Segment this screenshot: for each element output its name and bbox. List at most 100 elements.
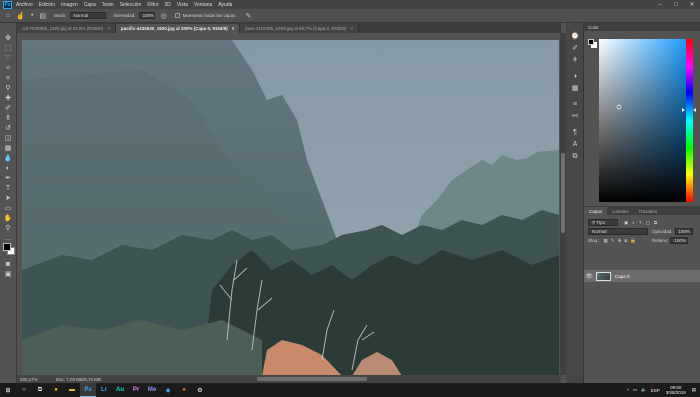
home-icon[interactable]: ⌂ <box>6 12 10 19</box>
hand-tool-icon[interactable]: ✋ <box>3 215 13 223</box>
close-tab-icon[interactable]: × <box>232 26 235 31</box>
lock-transparency-icon[interactable]: ▦ <box>604 238 608 244</box>
menu-vista[interactable]: Vista <box>177 2 188 8</box>
network-icon[interactable]: ▭ <box>633 387 637 393</box>
vertical-scrollbar-thumb[interactable] <box>561 153 565 233</box>
fill-input[interactable]: 100% <box>670 237 689 244</box>
blend-mode-select[interactable]: Normal <box>588 228 648 235</box>
lock-pixels-icon[interactable]: ✎ <box>611 238 615 244</box>
adjustments-icon[interactable]: ◑ <box>570 73 580 81</box>
tab-poto[interactable]: poto-4410485_1920.jpg al 66,7% (Capa 0, … <box>240 24 360 33</box>
color-panel-title[interactable]: Color <box>588 25 599 30</box>
tab-cat[interactable]: cat-7528955_1920.jpg al 34,5% (RGB/8) × <box>17 24 116 33</box>
quick-select-tool-icon[interactable]: ✧ <box>3 65 13 73</box>
menu-edicion[interactable]: Edición <box>39 2 55 8</box>
minimize-button[interactable]: – <box>652 0 668 9</box>
screen-mode-icon[interactable]: ▣ <box>3 271 13 279</box>
brush-tool-icon[interactable]: ✐ <box>3 105 13 113</box>
history-panel-icon[interactable]: ⌚ <box>570 33 580 41</box>
clock[interactable]: 09:50 30/8/2019 <box>666 385 686 395</box>
dodge-tool-icon[interactable]: ◐ <box>3 165 13 173</box>
hue-slider[interactable] <box>686 39 693 202</box>
clone-stamp-tool-icon[interactable]: ⚱ <box>3 115 13 123</box>
properties-icon[interactable]: ≡ <box>570 101 580 109</box>
clone-source-icon[interactable]: ⚘ <box>570 57 580 65</box>
eraser-tool-icon[interactable]: ◫ <box>3 135 13 143</box>
close-tab-icon[interactable]: × <box>350 26 353 31</box>
paragraph-icon[interactable]: ¶ <box>570 129 580 137</box>
filter-smart-icon[interactable]: ⧉ <box>654 220 657 225</box>
zoom-tool-icon[interactable]: ⚲ <box>3 225 13 233</box>
lock-artboard-icon[interactable]: ⧈ <box>624 238 627 243</box>
lock-all-icon[interactable]: 🔒 <box>630 238 636 244</box>
menu-seleccion[interactable]: Selección <box>120 2 142 8</box>
lock-position-icon[interactable]: ✥ <box>618 238 622 244</box>
path-selection-tool-icon[interactable]: ➤ <box>3 195 13 203</box>
rectangle-tool-icon[interactable]: ▭ <box>3 205 13 213</box>
foreground-color-mini[interactable] <box>588 39 594 45</box>
vscode-icon[interactable]: ◆ <box>160 383 176 397</box>
notifications-icon[interactable]: ▤ <box>692 387 696 393</box>
color-field[interactable] <box>599 39 687 202</box>
pressure-icon[interactable]: ◎ <box>161 12 167 20</box>
blur-tool-icon[interactable]: 💧 <box>3 155 13 163</box>
menu-3d[interactable]: 3D <box>165 2 171 8</box>
document-canvas[interactable] <box>22 40 559 376</box>
layer-filter-select[interactable]: ⚲ Tipo <box>588 219 618 226</box>
mode-select[interactable]: Normal <box>69 12 106 19</box>
strength-input[interactable]: 100% <box>138 12 155 19</box>
chrome-icon[interactable]: ● <box>48 383 64 397</box>
eyedropper-tool-icon[interactable]: ⚲ <box>3 85 13 93</box>
tab-paths[interactable]: Trazados <box>634 207 663 215</box>
eye-icon[interactable]: 👁 <box>584 273 594 280</box>
glyphs-icon[interactable]: ⧉ <box>570 153 580 161</box>
move-tool-icon[interactable]: ✥ <box>3 35 13 43</box>
brush-preset-icon[interactable]: • <box>31 12 33 19</box>
tab-channels[interactable]: Canales <box>607 207 634 215</box>
tab-layers[interactable]: Capas <box>584 207 608 215</box>
windows-start-icon[interactable]: ⊞ <box>0 383 16 397</box>
lasso-tool-icon[interactable]: ➰ <box>3 55 13 63</box>
sample-all-layers-checkbox[interactable] <box>174 13 180 18</box>
settings-icon[interactable]: ⚙ <box>192 383 208 397</box>
chevron-up-icon[interactable]: ^ <box>627 388 629 393</box>
filter-pixel-icon[interactable]: ▣ <box>624 220 628 226</box>
horizontal-scrollbar-thumb[interactable] <box>257 377 367 381</box>
language-indicator[interactable]: ESP <box>651 388 660 393</box>
type-tool-icon[interactable]: T <box>3 185 13 193</box>
pen-tool-icon[interactable]: ✒ <box>3 175 13 183</box>
menu-ventana[interactable]: Ventana <box>194 2 212 8</box>
file-explorer-icon[interactable]: ▬ <box>64 383 80 397</box>
filter-shape-icon[interactable]: ▢ <box>646 220 650 226</box>
quick-mask-icon[interactable]: ◙ <box>3 261 13 269</box>
menu-capa[interactable]: Capa <box>84 2 96 8</box>
filter-adjustment-icon[interactable]: ◐ <box>632 220 635 225</box>
layer-row[interactable]: 👁 Capa 0 <box>584 270 700 282</box>
volume-icon[interactable]: 🔈 <box>641 387 647 393</box>
menu-archivo[interactable]: Archivo <box>16 2 33 8</box>
history-brush-tool-icon[interactable]: ↺ <box>3 125 13 133</box>
more-tools-icon[interactable]: … <box>3 235 13 243</box>
healing-brush-tool-icon[interactable]: ✚ <box>3 95 13 103</box>
character-icon[interactable]: A <box>570 141 580 149</box>
media-encoder-icon[interactable]: Me <box>144 383 160 397</box>
crop-tool-icon[interactable]: ⌗ <box>3 75 13 83</box>
menu-ayuda[interactable]: Ayuda <box>218 2 232 8</box>
smudge-tool-icon[interactable]: ☝ <box>16 12 25 20</box>
search-icon[interactable]: ○ <box>16 383 32 397</box>
opacity-input[interactable]: 100% <box>674 228 693 235</box>
swatches-icon[interactable]: ▦ <box>570 85 580 93</box>
menu-filtro[interactable]: Filtro <box>147 2 158 8</box>
zoom-level[interactable]: 200,17% <box>20 377 38 382</box>
brush-panel-icon[interactable]: ✐ <box>570 45 580 53</box>
maximize-button[interactable]: □ <box>668 0 684 9</box>
libraries-icon[interactable]: ⚯ <box>570 113 580 121</box>
firefox-icon[interactable]: ● <box>176 383 192 397</box>
close-tab-icon[interactable]: × <box>107 26 110 31</box>
layer-name[interactable]: Capa 0 <box>615 274 630 279</box>
finger-painting-icon[interactable]: ✎ <box>245 12 251 20</box>
menu-imagen[interactable]: Imagen <box>61 2 78 8</box>
brush-settings-icon[interactable]: ▤ <box>39 12 46 20</box>
marquee-tool-icon[interactable]: ⬚ <box>3 45 13 53</box>
hue-slider-handle[interactable] <box>682 99 696 112</box>
